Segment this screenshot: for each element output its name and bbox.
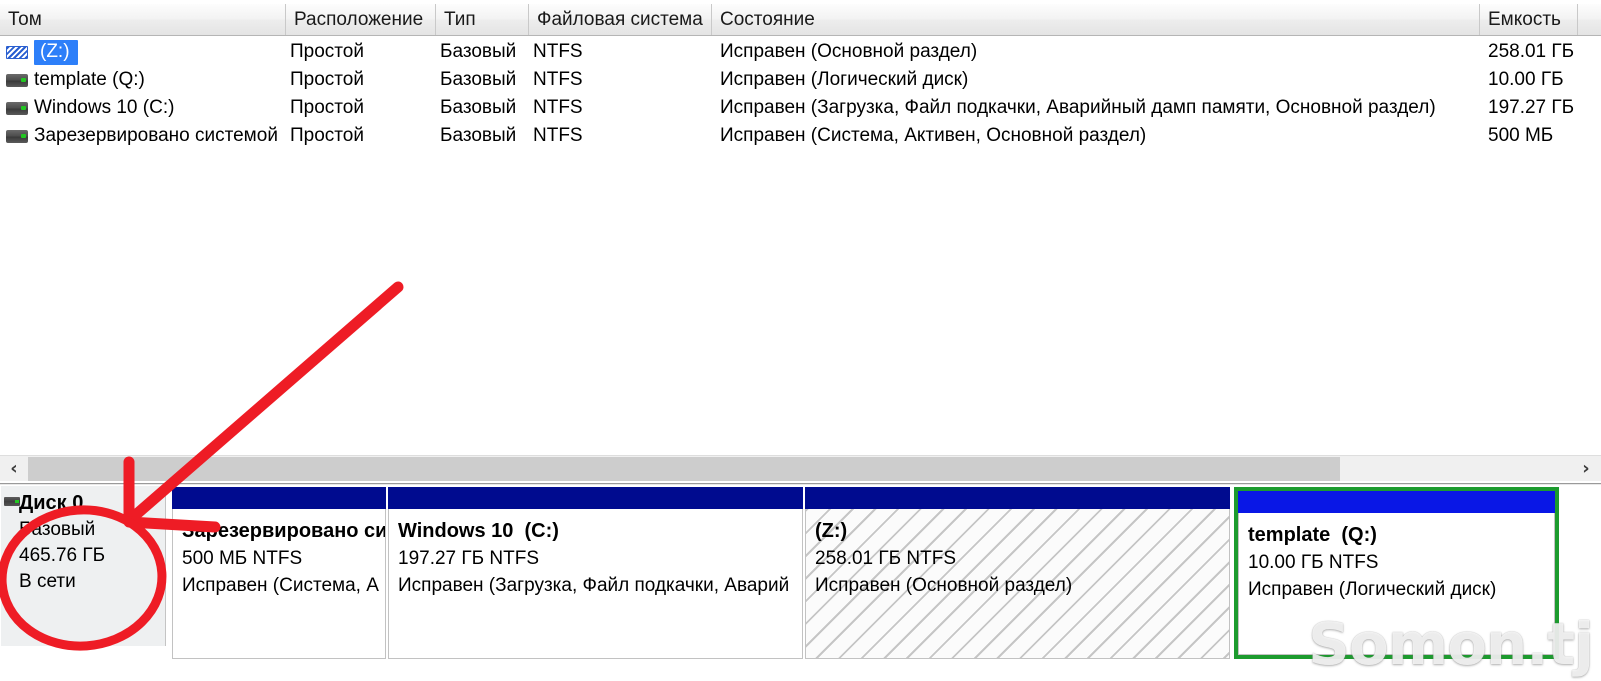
partition-block[interactable]: (Z:) 258.01 ГБ NTFS Исправен (Основной р… xyxy=(805,487,1230,659)
partition-drive: (Z:) xyxy=(815,520,848,542)
partition-drive: (Q:) xyxy=(1341,524,1377,546)
partition-status: Исправен (Основной раздел) xyxy=(815,575,1073,596)
column-header-capacity[interactable]: Емкость xyxy=(1480,4,1578,35)
partition-title-bar xyxy=(172,487,386,509)
cell-capacity: 10.00 ГБ xyxy=(1488,69,1564,90)
cell-capacity: 258.01 ГБ xyxy=(1488,41,1575,62)
table-row[interactable]: template (Q:) Простой Базовый NTFS Испра… xyxy=(0,66,1601,94)
scroll-right-arrow-icon[interactable]: › xyxy=(1572,456,1600,482)
cell-status: Исправен (Загрузка, Файл подкачки, Авари… xyxy=(720,97,1436,118)
partition-body: (Z:) 258.01 ГБ NTFS Исправен (Основной р… xyxy=(805,509,1230,659)
cell-volume[interactable]: Windows 10 (C:) xyxy=(0,94,320,122)
scrollbar-thumb[interactable] xyxy=(28,457,1340,481)
volume-name-selected: (Z:) xyxy=(34,40,78,65)
partition-size: 500 МБ NTFS xyxy=(182,548,303,569)
disk-icon xyxy=(4,497,20,506)
partition-label: template (Q:) xyxy=(1248,522,1554,549)
cell-volume[interactable]: (Z:) xyxy=(0,38,320,66)
partition-title-bar xyxy=(805,487,1230,509)
partition-drive: (C:) xyxy=(524,520,559,542)
disk-state: В сети xyxy=(19,571,76,592)
horizontal-scrollbar[interactable]: ‹ › xyxy=(0,455,1601,483)
partition-size: 10.00 ГБ NTFS xyxy=(1248,552,1379,573)
column-header-volume[interactable]: Том xyxy=(0,4,286,35)
volume-list: Том Расположение Тип Файловая система Со… xyxy=(0,0,1601,450)
partition-label: Windows 10 (C:) xyxy=(398,518,802,545)
partition-body: Зарезервировано си 500 МБ NTFS Исправен … xyxy=(172,509,386,659)
disk-0-info-panel[interactable]: Диск 0 Базовый 465.76 ГБ В сети xyxy=(1,486,166,646)
partition-label: Зарезервировано си xyxy=(182,520,386,542)
column-header-filesystem[interactable]: Файловая система xyxy=(529,4,712,35)
cell-filesystem: NTFS xyxy=(533,97,583,118)
cell-layout: Простой xyxy=(290,97,364,118)
cell-capacity: 500 МБ xyxy=(1488,125,1554,146)
partition-block[interactable]: Зарезервировано си 500 МБ NTFS Исправен … xyxy=(172,487,386,659)
partition-status: Исправен (Загрузка, Файл подкачки, Авари… xyxy=(398,575,790,596)
column-header-layout[interactable]: Расположение xyxy=(286,4,436,35)
scroll-left-arrow-icon[interactable]: ‹ xyxy=(0,456,28,482)
cell-status: Исправен (Система, Активен, Основной раз… xyxy=(720,125,1147,146)
disk-size: 465.76 ГБ xyxy=(19,545,106,566)
cell-capacity: 197.27 ГБ xyxy=(1488,97,1575,118)
volume-list-header: Том Расположение Тип Файловая система Со… xyxy=(0,3,1601,36)
column-header-type[interactable]: Тип xyxy=(436,4,529,35)
cell-layout: Простой xyxy=(290,125,364,146)
partition-name: template xyxy=(1248,524,1331,546)
partition-size: 197.27 ГБ NTFS xyxy=(398,548,540,569)
cell-status: Исправен (Основной раздел) xyxy=(720,41,978,62)
table-row[interactable]: (Z:) Простой Базовый NTFS Исправен (Осно… xyxy=(0,38,1601,66)
cell-type: Базовый xyxy=(440,69,517,90)
cell-filesystem: NTFS xyxy=(533,41,583,62)
cell-type: Базовый xyxy=(440,125,517,146)
cell-layout: Простой xyxy=(290,41,364,62)
disk-type: Базовый xyxy=(19,519,96,540)
cell-filesystem: NTFS xyxy=(533,69,583,90)
cell-type: Базовый xyxy=(440,97,517,118)
cell-type: Базовый xyxy=(440,41,517,62)
partition-title-bar xyxy=(388,487,803,509)
cell-volume[interactable]: Зарезервировано системой xyxy=(0,122,320,150)
table-row[interactable]: Зарезервировано системой Простой Базовый… xyxy=(0,122,1601,150)
site-watermark: Somon.tj xyxy=(1308,610,1594,678)
partition-body: Windows 10 (C:) 197.27 ГБ NTFS Исправен … xyxy=(388,509,803,659)
cell-layout: Простой xyxy=(290,69,364,90)
table-row[interactable]: Windows 10 (C:) Простой Базовый NTFS Исп… xyxy=(0,94,1601,122)
partition-size: 258.01 ГБ NTFS xyxy=(815,548,957,569)
disk-graphical-view: Диск 0 Базовый 465.76 ГБ В сети Зарезерв… xyxy=(0,484,1601,681)
partition-label: (Z:) xyxy=(815,518,1229,545)
column-header-status[interactable]: Состояние xyxy=(712,4,1480,35)
partition-name: Windows 10 xyxy=(398,520,514,542)
cell-volume[interactable]: template (Q:) xyxy=(0,66,320,94)
disk-title: Диск 0 xyxy=(19,492,84,514)
cell-status: Исправен (Логический диск) xyxy=(720,69,969,90)
partition-block[interactable]: Windows 10 (C:) 197.27 ГБ NTFS Исправен … xyxy=(388,487,803,659)
partition-status: Исправен (Логический диск) xyxy=(1248,579,1497,600)
cell-filesystem: NTFS xyxy=(533,125,583,146)
partition-title-bar xyxy=(1238,491,1555,513)
partition-status: Исправен (Система, А xyxy=(182,575,379,596)
